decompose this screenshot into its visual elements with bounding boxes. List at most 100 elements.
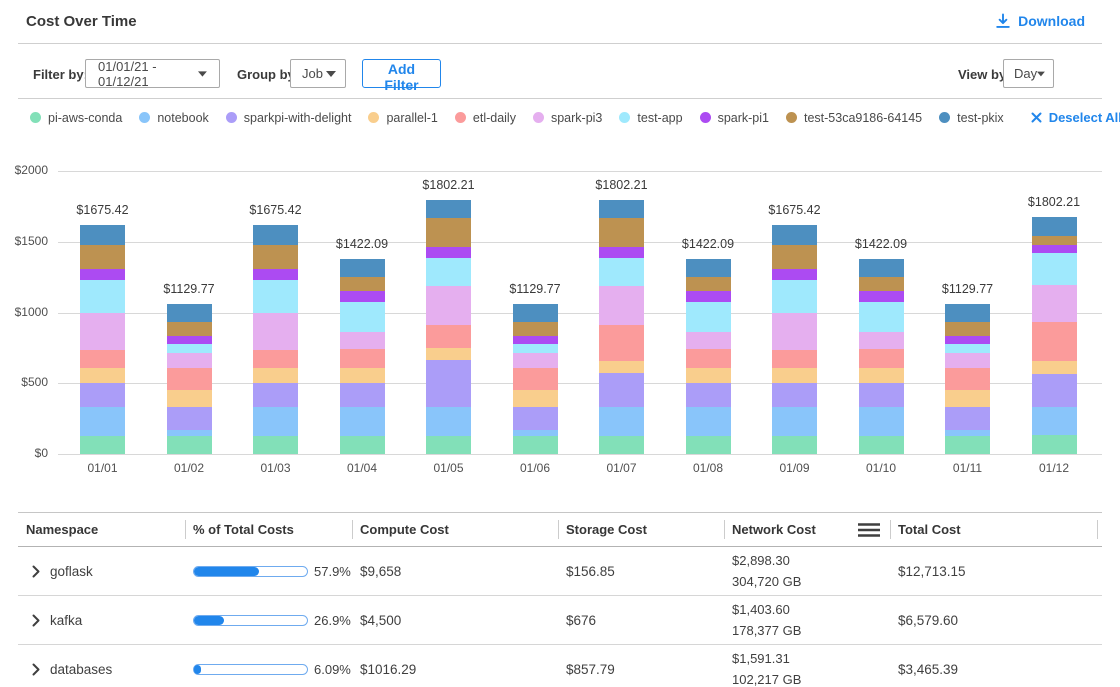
bar-segment-test-app[interactable]: [599, 258, 644, 286]
bar-segment-test-pkix[interactable]: [599, 200, 644, 218]
bar-segment-sparkpi-with-delight[interactable]: [599, 373, 644, 407]
bar-segment-test-app[interactable]: [340, 302, 385, 332]
bar-segment-test-53ca9186-64145[interactable]: [599, 218, 644, 246]
bar-segment-spark-pi3[interactable]: [772, 313, 817, 350]
bar-segment-spark-pi3[interactable]: [859, 332, 904, 348]
bar-segment-sparkpi-with-delight[interactable]: [253, 383, 298, 406]
bar-segment-notebook[interactable]: [340, 407, 385, 435]
column-header-pct-total-costs[interactable]: % of Total Costs: [185, 513, 352, 546]
bar-segment-test-53ca9186-64145[interactable]: [426, 218, 471, 246]
chevron-right-icon[interactable]: [30, 614, 42, 627]
bar-segment-spark-pi1[interactable]: [80, 269, 125, 280]
bar-segment-spark-pi3[interactable]: [513, 353, 558, 369]
bar-segment-pi-aws-conda[interactable]: [599, 436, 644, 454]
column-header-compute-cost[interactable]: Compute Cost: [352, 513, 558, 546]
bar-segment-spark-pi1[interactable]: [513, 336, 558, 344]
bar-segment-sparkpi-with-delight[interactable]: [167, 407, 212, 430]
group-by-select[interactable]: Job: [290, 59, 346, 88]
bar-segment-pi-aws-conda[interactable]: [426, 436, 471, 454]
bar-segment-test-53ca9186-64145[interactable]: [513, 322, 558, 335]
bar-segment-test-53ca9186-64145[interactable]: [686, 277, 731, 291]
bar-segment-pi-aws-conda[interactable]: [1032, 435, 1077, 454]
bar-segment-test-pkix[interactable]: [426, 200, 471, 218]
bar-segment-test-53ca9186-64145[interactable]: [340, 277, 385, 291]
legend-item-parallel-1[interactable]: parallel-1: [368, 111, 437, 125]
bar-segment-pi-aws-conda[interactable]: [80, 436, 125, 454]
bar-segment-test-app[interactable]: [80, 280, 125, 313]
bar-segment-pi-aws-conda[interactable]: [167, 436, 212, 454]
bar-segment-notebook[interactable]: [426, 407, 471, 436]
bar-segment-notebook[interactable]: [686, 407, 731, 435]
bar-segment-parallel-1[interactable]: [859, 368, 904, 382]
bar-segment-spark-pi1[interactable]: [772, 269, 817, 280]
bar-segment-test-53ca9186-64145[interactable]: [253, 245, 298, 269]
hamburger-menu-icon[interactable]: [858, 523, 880, 537]
bar-segment-parallel-1[interactable]: [772, 368, 817, 383]
bar-segment-pi-aws-conda[interactable]: [945, 436, 990, 454]
bar-segment-test-pkix[interactable]: [167, 304, 212, 322]
bar-segment-etl-daily[interactable]: [599, 325, 644, 361]
bar-segment-parallel-1[interactable]: [167, 390, 212, 407]
bar-segment-notebook[interactable]: [253, 407, 298, 437]
bar-segment-test-pkix[interactable]: [945, 304, 990, 322]
bar-segment-test-53ca9186-64145[interactable]: [80, 245, 125, 269]
bar-segment-test-app[interactable]: [513, 344, 558, 352]
bar-segment-test-app[interactable]: [253, 280, 298, 313]
bar-segment-notebook[interactable]: [859, 407, 904, 435]
bar-segment-notebook[interactable]: [772, 407, 817, 437]
bar-segment-test-53ca9186-64145[interactable]: [167, 322, 212, 335]
bar-segment-parallel-1[interactable]: [686, 368, 731, 382]
chevron-right-icon[interactable]: [30, 663, 42, 676]
bar-segment-sparkpi-with-delight[interactable]: [686, 383, 731, 408]
bar-segment-spark-pi1[interactable]: [945, 336, 990, 344]
view-by-select[interactable]: Day: [1003, 59, 1054, 88]
bar-segment-test-pkix[interactable]: [1032, 217, 1077, 236]
add-filter-button[interactable]: Add Filter: [362, 59, 441, 88]
bar-segment-spark-pi1[interactable]: [167, 336, 212, 344]
bar-segment-test-53ca9186-64145[interactable]: [859, 277, 904, 291]
column-header-namespace[interactable]: Namespace: [18, 513, 185, 546]
bar-segment-test-app[interactable]: [426, 258, 471, 286]
bar-segment-notebook[interactable]: [1032, 407, 1077, 435]
legend-item-notebook[interactable]: notebook: [139, 111, 208, 125]
legend-item-test-pkix[interactable]: test-pkix: [939, 111, 1004, 125]
bar-segment-test-app[interactable]: [772, 280, 817, 313]
bar-segment-spark-pi3[interactable]: [686, 332, 731, 348]
bar-segment-parallel-1[interactable]: [253, 368, 298, 383]
bar-segment-sparkpi-with-delight[interactable]: [80, 383, 125, 406]
bar-segment-etl-daily[interactable]: [426, 325, 471, 348]
bar-segment-notebook[interactable]: [513, 430, 558, 436]
download-button[interactable]: Download: [995, 13, 1085, 29]
bar-segment-pi-aws-conda[interactable]: [340, 436, 385, 454]
bar-segment-notebook[interactable]: [599, 407, 644, 436]
bar-segment-etl-daily[interactable]: [686, 349, 731, 369]
bar-segment-spark-pi3[interactable]: [340, 332, 385, 348]
bar-segment-spark-pi1[interactable]: [253, 269, 298, 280]
bar-segment-test-app[interactable]: [1032, 253, 1077, 285]
bar-segment-spark-pi1[interactable]: [686, 291, 731, 302]
bar-segment-parallel-1[interactable]: [80, 368, 125, 383]
bar-segment-parallel-1[interactable]: [599, 361, 644, 373]
bar-segment-sparkpi-with-delight[interactable]: [859, 383, 904, 408]
bar-segment-parallel-1[interactable]: [513, 390, 558, 407]
bar-segment-sparkpi-with-delight[interactable]: [426, 360, 471, 407]
bar-segment-test-pkix[interactable]: [772, 225, 817, 244]
bar-segment-etl-daily[interactable]: [859, 349, 904, 369]
bar-segment-spark-pi3[interactable]: [167, 353, 212, 369]
legend-item-test-53ca9186-64145[interactable]: test-53ca9186-64145: [786, 111, 922, 125]
bar-segment-parallel-1[interactable]: [426, 348, 471, 360]
bar-segment-sparkpi-with-delight[interactable]: [340, 383, 385, 408]
bar-segment-spark-pi1[interactable]: [859, 291, 904, 302]
bar-segment-etl-daily[interactable]: [80, 350, 125, 368]
bar-segment-spark-pi3[interactable]: [253, 313, 298, 350]
column-header-network-cost[interactable]: Network Cost: [724, 513, 890, 546]
bar-segment-test-pkix[interactable]: [686, 259, 731, 277]
legend-item-etl-daily[interactable]: etl-daily: [455, 111, 516, 125]
bar-segment-spark-pi1[interactable]: [340, 291, 385, 302]
bar-segment-pi-aws-conda[interactable]: [253, 436, 298, 454]
bar-segment-etl-daily[interactable]: [945, 368, 990, 389]
chevron-right-icon[interactable]: [30, 565, 42, 578]
bar-segment-test-53ca9186-64145[interactable]: [772, 245, 817, 269]
bar-segment-test-app[interactable]: [945, 344, 990, 352]
legend-item-spark-pi1[interactable]: spark-pi1: [700, 111, 769, 125]
